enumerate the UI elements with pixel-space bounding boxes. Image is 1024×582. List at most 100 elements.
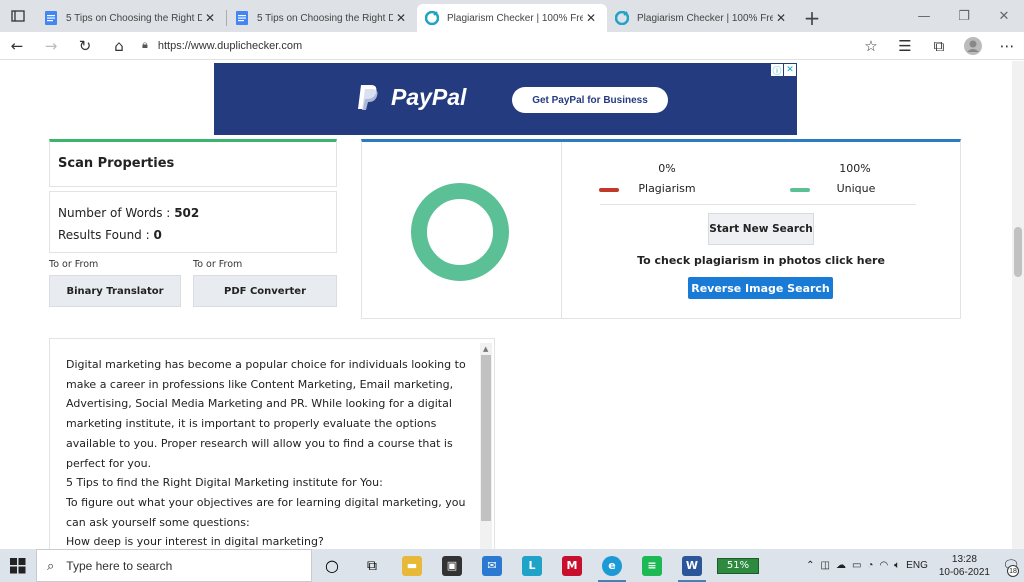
notification-count: 18 <box>1007 565 1019 577</box>
textarea-scrollbar[interactable]: ▲ <box>480 343 492 549</box>
tab-2[interactable]: 5 Tips on Choosing the Right Digital Mar… <box>227 4 417 32</box>
mcafee-button[interactable]: M <box>552 549 592 582</box>
network-icon[interactable]: ◔ <box>867 560 873 571</box>
duplichecker-icon <box>615 11 629 25</box>
onedrive-icon[interactable]: ☁ <box>836 560 846 571</box>
reverse-image-search-button[interactable]: Reverse Image Search <box>688 277 833 299</box>
store-button[interactable]: ▣ <box>432 549 472 582</box>
refresh-icon: ↻ <box>78 36 92 55</box>
scan-properties-title: Scan Properties <box>58 156 175 171</box>
language-indicator[interactable]: ENG <box>906 560 928 571</box>
page-scrollbar[interactable] <box>1012 61 1024 549</box>
web-page: PayPal Get PayPal for Business ⓘ ✕ Scan … <box>0 61 1012 549</box>
address-bar[interactable]: 🔒︎ https://www.duplichecker.com <box>136 34 854 58</box>
url-text: https://www.duplichecker.com <box>157 39 303 52</box>
cortana-button[interactable]: ○ <box>312 549 352 582</box>
clock-date: 10-06-2021 <box>938 566 990 578</box>
close-tab-icon[interactable]: ✕ <box>393 11 409 25</box>
scroll-up-icon[interactable]: ▲ <box>483 345 488 353</box>
paypal-ad[interactable]: PayPal Get PayPal for Business ⓘ ✕ <box>214 63 797 135</box>
pdf-converter-button[interactable]: PDF Converter <box>193 275 337 307</box>
cortana-icon: ○ <box>325 556 339 575</box>
volume-icon[interactable]: 🔈︎ <box>894 560 900 571</box>
unique-ring <box>411 183 509 281</box>
mail-button[interactable]: ✉ <box>472 549 512 582</box>
results-found-value: 0 <box>153 228 162 242</box>
profile-button[interactable] <box>956 32 990 60</box>
tab-title: 5 Tips on Choosing the Right Digital Mar… <box>66 12 202 24</box>
battery-widget[interactable]: 51% <box>712 549 764 582</box>
text-paragraph: To figure out what your objectives are f… <box>66 495 466 529</box>
tab-actions-button[interactable] <box>0 0 36 32</box>
add-favorite-button[interactable]: ☆ <box>854 32 888 60</box>
panel-divider <box>561 142 562 319</box>
plagiarism-legend-swatch <box>599 188 619 192</box>
tab-title: Plagiarism Checker | 100% Free and Accur… <box>447 12 583 24</box>
refresh-button[interactable]: ↻ <box>68 32 102 60</box>
unique-percent: 100% <box>839 162 871 175</box>
tab-strip: 5 Tips on Choosing the Right Digital Mar… <box>0 0 1024 32</box>
mail-icon: ✉ <box>482 555 502 576</box>
scan-properties-header: Scan Properties <box>49 139 337 187</box>
ad-close-icon[interactable]: ✕ <box>784 64 796 76</box>
collections-button[interactable]: ⧉ <box>922 32 956 60</box>
lock-icon: 🔒︎ <box>142 39 148 51</box>
close-tab-icon[interactable]: ✕ <box>202 11 218 25</box>
start-button[interactable] <box>0 549 36 582</box>
taskbar-search-box[interactable]: ⌕ Type here to search <box>36 549 312 582</box>
back-button[interactable]: ← <box>0 32 34 60</box>
avatar-icon <box>964 36 982 55</box>
tab-4[interactable]: Plagiarism Checker | 100% Free and Accur… <box>607 4 797 32</box>
to-or-from-label: To or From <box>193 259 243 270</box>
arrow-left-icon: ← <box>10 36 24 55</box>
tab-3[interactable]: Plagiarism Checker | 100% Free and Accur… <box>417 4 607 32</box>
taskbar-search-placeholder: Type here to search <box>66 558 173 573</box>
minimize-button[interactable]: — <box>904 0 944 32</box>
tab-1[interactable]: 5 Tips on Choosing the Right Digital Mar… <box>36 4 226 32</box>
paypal-brand: PayPal <box>391 83 467 110</box>
textarea-scroll-thumb[interactable] <box>481 355 491 521</box>
task-view-button[interactable]: ⧉ <box>352 549 392 582</box>
notifications-button[interactable]: 🗨︎ 18 <box>998 549 1024 582</box>
store-icon: ▣ <box>442 555 462 576</box>
spotify-button[interactable]: ≡ <box>632 549 672 582</box>
meet-now-icon[interactable]: ◫ <box>820 560 829 571</box>
file-explorer-button[interactable]: ▬ <box>392 549 432 582</box>
stats-divider <box>600 204 916 205</box>
close-window-button[interactable]: ✕ <box>984 0 1024 32</box>
settings-menu-button[interactable]: ⋯ <box>990 32 1024 60</box>
address-toolbar: ← → ↻ ⌂ 🔒︎ https://www.duplichecker.com … <box>0 32 1024 60</box>
page-scroll-thumb[interactable] <box>1014 227 1022 277</box>
task-view-icon: ⧉ <box>367 557 377 574</box>
folder-icon: ▬ <box>402 555 422 576</box>
restore-button[interactable]: ❐ <box>944 0 984 32</box>
favorites-button[interactable]: ☰ <box>888 32 922 60</box>
close-tab-icon[interactable]: ✕ <box>773 11 789 25</box>
lync-app-button[interactable]: L <box>512 549 552 582</box>
windows-taskbar: ⌕ Type here to search ○ ⧉ ▬ ▣ ✉ L M e ≡ … <box>0 549 1024 582</box>
ad-info-icon[interactable]: ⓘ <box>771 64 783 77</box>
start-new-search-button[interactable]: Start New Search <box>708 213 814 245</box>
paypal-cta-button[interactable]: Get PayPal for Business <box>512 87 668 113</box>
chevron-up-icon[interactable]: ⌃ <box>806 560 814 571</box>
system-tray: ⌃ ◫ ☁ ▭ ◔ ◠ 🔈︎ ENG 13:28 10-06-2021 🗨︎ 1… <box>803 549 1024 582</box>
binary-translator-button[interactable]: Binary Translator <box>49 275 181 307</box>
wifi-icon[interactable]: ◠ <box>879 560 888 571</box>
edge-button[interactable]: e <box>592 549 632 582</box>
results-found-row: Results Found : 0 <box>58 224 328 246</box>
clock[interactable]: 13:28 10-06-2021 <box>939 553 990 579</box>
word-button[interactable]: W <box>672 549 712 582</box>
home-button[interactable]: ⌂ <box>102 32 136 60</box>
tab-actions-icon <box>11 10 25 22</box>
ad-choices: ⓘ ✕ <box>770 64 796 77</box>
word-count-label: Number of Words : <box>58 206 171 220</box>
scan-properties-body: Number of Words : 502 Results Found : 0 <box>49 191 337 253</box>
new-tab-button[interactable]: + <box>797 4 827 32</box>
tab-title: Plagiarism Checker | 100% Free and Accur… <box>637 12 773 24</box>
close-tab-icon[interactable]: ✕ <box>583 11 599 25</box>
content-text: Digital marketing has become a popular c… <box>66 355 466 549</box>
content-textarea[interactable]: Digital marketing has become a popular c… <box>49 338 495 549</box>
word-icon: W <box>682 555 702 576</box>
forward-button[interactable]: → <box>34 32 68 60</box>
battery-icon[interactable]: ▭ <box>852 560 861 571</box>
